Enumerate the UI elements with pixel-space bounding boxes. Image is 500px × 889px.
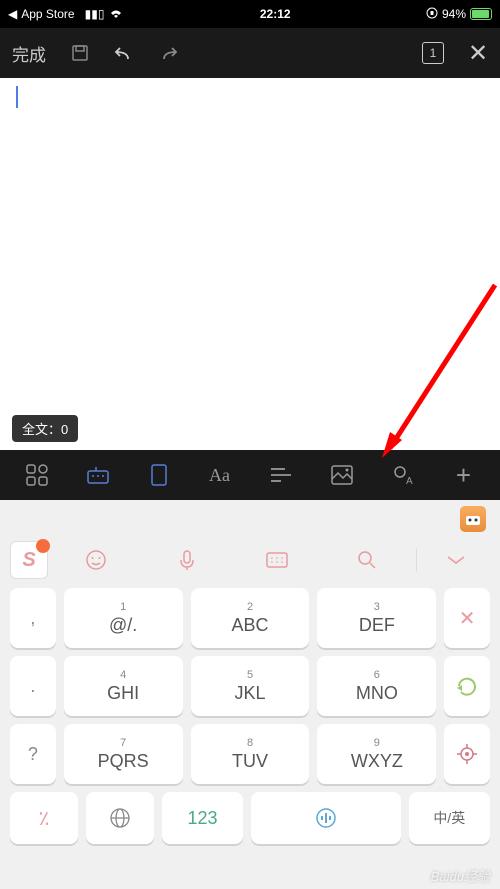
punct-key-question[interactable]: ?	[10, 724, 56, 784]
clear-key[interactable]	[444, 656, 490, 716]
signal-icon: ▮▮▯	[85, 7, 105, 21]
watermark: Baidu经验	[431, 866, 490, 885]
wifi-icon	[108, 7, 124, 22]
ime-logo-button[interactable]: S	[10, 541, 48, 579]
key-4[interactable]: 4GHI	[64, 656, 183, 716]
device-icon[interactable]	[145, 461, 173, 489]
grid-icon[interactable]	[23, 461, 51, 489]
word-count-badge: 全文：0	[12, 415, 78, 442]
battery-pct: 94%	[442, 7, 466, 21]
translate-icon[interactable]: A	[389, 461, 417, 489]
back-triangle-icon[interactable]: ◀	[8, 7, 17, 21]
redo-icon[interactable]	[158, 43, 178, 63]
image-icon[interactable]	[328, 461, 356, 489]
clock: 22:12	[124, 7, 426, 21]
punct-key-comma[interactable]: ,	[10, 588, 56, 648]
lock-icon	[426, 7, 438, 22]
key-5[interactable]: 5JKL	[191, 656, 310, 716]
status-bar: ◀ App Store ▮▮▯ 22:12 94%	[0, 0, 500, 28]
lang-switch-key[interactable]: 中/英	[409, 792, 490, 844]
globe-key[interactable]	[86, 792, 154, 844]
space-key[interactable]	[251, 792, 400, 844]
align-icon[interactable]	[267, 461, 295, 489]
key-3[interactable]: 3DEF	[317, 588, 436, 648]
key-6[interactable]: 6MNO	[317, 656, 436, 716]
key-7[interactable]: 7PQRS	[64, 724, 183, 784]
key-8[interactable]: 8TUV	[191, 724, 310, 784]
number-key[interactable]: 123	[162, 792, 243, 844]
battery-icon	[470, 8, 492, 20]
undo-icon[interactable]	[114, 43, 134, 63]
close-icon[interactable]: ✕	[468, 43, 488, 63]
collapse-keyboard-button[interactable]	[423, 542, 491, 578]
avatar-icon[interactable]	[460, 506, 486, 532]
key-2[interactable]: 2ABC	[191, 588, 310, 648]
text-cursor	[16, 86, 18, 108]
save-icon[interactable]	[70, 43, 90, 63]
keyboard-type-button[interactable]	[235, 542, 319, 578]
editor-canvas[interactable]: 全文：0	[0, 78, 500, 450]
svg-text:A: A	[406, 476, 413, 486]
page-count-button[interactable]: 1	[422, 42, 444, 64]
backspace-key[interactable]: ✕	[444, 588, 490, 648]
key-1[interactable]: 1@/.	[64, 588, 183, 648]
punct-key-period[interactable]: .	[10, 656, 56, 716]
keyboard-tab-icon[interactable]	[84, 461, 112, 489]
done-button[interactable]: 完成	[12, 41, 46, 66]
back-app-label[interactable]: App Store	[21, 7, 74, 21]
emoji-button[interactable]	[54, 542, 138, 578]
keyboard-function-row: S	[0, 538, 500, 582]
target-key[interactable]	[444, 724, 490, 784]
key-9[interactable]: 9WXYZ	[317, 724, 436, 784]
font-icon[interactable]: Aa	[206, 461, 234, 489]
symbol-key[interactable]: ٪	[10, 792, 78, 844]
search-button[interactable]	[325, 542, 409, 578]
plus-icon[interactable]: +	[450, 461, 478, 489]
editor-toolbar: 完成 1 ✕	[0, 28, 500, 78]
format-toolbar: Aa A +	[0, 450, 500, 500]
voice-button[interactable]	[144, 542, 228, 578]
keyboard: S , 1@/. 2ABC 3DEF ✕ . 4GHI 5JKL	[0, 500, 500, 889]
